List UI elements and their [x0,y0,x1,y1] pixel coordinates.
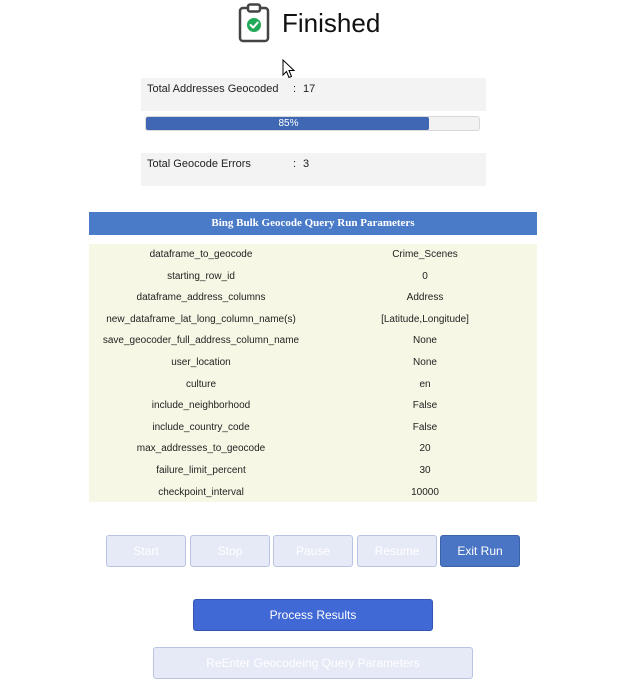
param-value: 20 [419,443,431,455]
param-row: save_geocoder_full_address_column_name No… [89,330,537,351]
param-value: None [413,357,437,368]
param-row: failure_limit_percent 30 [89,460,537,481]
param-key: user_location [171,357,231,368]
total-geocoded-value: 17 [303,83,316,95]
param-row: starting_row_id 0 [89,266,537,287]
mouse-cursor-icon [282,59,296,79]
param-key: dataframe_to_geocode [149,249,253,260]
param-value: 30 [419,465,431,476]
reenter-parameters-button[interactable]: ReEnter Geocodeing Query Parameters [153,647,473,679]
params-table: dataframe_to_geocode Crime_Scenes starting… [89,244,537,502]
param-value: Crime_Scenes [392,249,458,260]
param-key: max_addresses_to_geocode [136,443,266,455]
process-results-button[interactable]: Process Results [193,599,433,631]
param-row: max_addresses_to_geocode 20 [89,438,537,459]
stop-button[interactable]: Stop [190,535,270,567]
page-title: Finished [282,8,381,38]
param-key: dataframe_address_columns [136,292,266,304]
param-value: en [419,378,431,390]
params-title: Bing Bulk Geocode Query Run Parameters [89,212,537,235]
param-row: checkpoint_interval 10000 [89,482,537,503]
param-key: starting_row_id [167,270,235,282]
param-key: include_country_code [152,421,250,433]
param-key: save_geocoder_full_address_column_name [102,335,300,347]
param-row: new_dataframe_lat_long_column_name(s) [La… [89,309,537,330]
param-key: new_dataframe_lat_long_column_name(s) [106,313,296,325]
pause-button[interactable]: Pause [273,535,353,567]
param-value: 0 [422,270,428,282]
param-row: culture en [89,374,537,395]
clipboard-check-icon [238,3,270,43]
param-row: user_location None [89,352,537,373]
total-errors-label: Total Geocode Errors [147,158,251,170]
status-header: Finished [0,0,624,46]
param-value: False [412,421,438,433]
param-row: dataframe_to_geocode Crime_Scenes [89,244,537,265]
param-row: dataframe_address_columns Address [89,287,537,308]
param-key: culture [185,378,216,390]
total-geocoded-stat: Total Addresses Geocoded : 17 [141,78,486,111]
param-value: 10000 [411,486,439,498]
stat-separator: : [293,158,297,170]
geocode-progress-bar: 85% [145,116,480,131]
start-button[interactable]: Start [106,535,186,567]
stat-separator: : [293,83,297,95]
param-row: include_neighborhood False [89,395,537,416]
param-value: None [413,335,437,347]
progress-text: 85% [278,118,299,129]
param-row: include_country_code False [89,417,537,438]
param-key: failure_limit_percent [156,465,246,476]
total-geocoded-label: Total Addresses Geocoded [147,83,279,95]
total-errors-value: 3 [303,158,310,170]
param-value: False [412,400,438,412]
total-errors-stat: Total Geocode Errors : 3 [141,153,486,186]
param-key: checkpoint_interval [158,486,244,498]
param-value: Address [406,292,444,304]
resume-button[interactable]: Resume [357,535,437,567]
param-value: [Latitude,Longitude] [381,313,469,325]
exit-run-button[interactable]: Exit Run [440,535,520,567]
param-key: include_neighborhood [151,400,251,412]
